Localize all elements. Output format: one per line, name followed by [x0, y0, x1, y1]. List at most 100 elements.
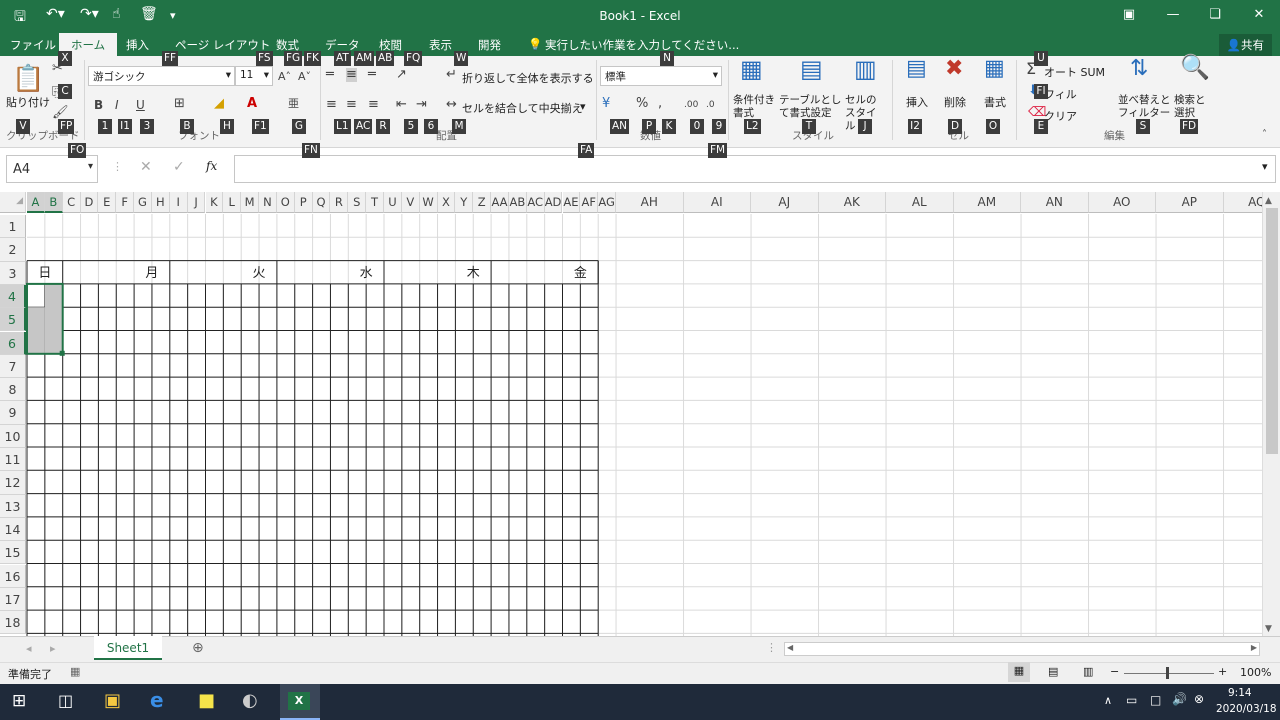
tab-insert[interactable]: 挿入 — [126, 37, 149, 53]
currency-icon[interactable]: ¥ — [602, 97, 610, 111]
column-header[interactable]: O — [276, 192, 295, 213]
column-header[interactable]: B — [44, 192, 63, 213]
font-name-combo[interactable]: 游ゴシック ▾ — [88, 66, 235, 86]
delete-cells-button[interactable]: 削除 — [944, 94, 966, 110]
page-break-view-icon[interactable]: ▥ — [1083, 665, 1093, 678]
column-header[interactable]: S — [348, 192, 367, 213]
scroll-left-icon[interactable]: ◀ — [787, 643, 793, 652]
column-header[interactable]: AG — [598, 192, 617, 213]
network-icon[interactable]: □ — [1150, 693, 1161, 707]
page-layout-view-icon[interactable]: ▤ — [1048, 665, 1058, 678]
decrease-font-icon[interactable]: A˅ — [298, 70, 311, 84]
tab-file[interactable]: ファイル — [10, 37, 56, 53]
close-button[interactable]: ✕ — [1244, 4, 1274, 26]
align-bottom-icon[interactable]: ═ — [368, 68, 376, 82]
minimize-button[interactable]: — — [1158, 4, 1188, 26]
macro-record-icon[interactable]: ▦ — [70, 665, 80, 678]
percent-icon[interactable]: % — [636, 97, 648, 111]
excel-taskbar-button[interactable]: X — [280, 684, 320, 720]
paint-icon[interactable]: ◐ — [242, 690, 258, 711]
increase-decimal-icon[interactable]: .00 — [684, 98, 698, 112]
zoom-in-icon[interactable]: + — [1218, 665, 1227, 678]
column-header[interactable]: Z — [473, 192, 492, 213]
row-header[interactable]: 14 — [0, 517, 26, 542]
fill-color-icon[interactable]: ◢ — [214, 97, 224, 111]
share-button[interactable]: 👤共有 — [1218, 34, 1272, 56]
day-header-cell[interactable]: 日 — [27, 262, 63, 285]
row-header[interactable]: 11 — [0, 448, 26, 472]
row-header[interactable]: 13 — [0, 494, 26, 518]
number-format-combo[interactable]: 標準 ▾ — [600, 66, 722, 86]
column-header[interactable]: L — [223, 192, 242, 213]
worksheet-grid[interactable]: ◢ A B C D E F G H I J K L M N O P Q R S T U V W X Y Z AA AB AC AD AE AF… — [0, 192, 1280, 636]
align-right-icon[interactable]: ≡ — [368, 98, 379, 112]
zoom-level[interactable]: 100% — [1240, 666, 1271, 679]
comma-icon[interactable]: , — [658, 97, 662, 111]
column-header[interactable]: AB — [508, 192, 527, 213]
horizontal-scrollbar[interactable]: ◀ ▶ — [784, 642, 1260, 656]
column-header[interactable]: AL — [886, 192, 954, 213]
expand-formula-icon[interactable]: ▾ — [1262, 160, 1268, 173]
clear-button[interactable]: クリア — [1044, 108, 1077, 124]
column-header[interactable]: T — [366, 192, 384, 213]
format-cells-button[interactable]: 書式 — [984, 94, 1006, 110]
file-explorer-icon[interactable]: ▣ — [104, 690, 121, 711]
italic-icon[interactable]: I — [115, 98, 119, 112]
chevron-down-icon[interactable]: ▾ — [580, 100, 586, 113]
column-header[interactable]: AA — [491, 192, 509, 213]
column-header[interactable]: F — [116, 192, 135, 213]
cancel-icon[interactable]: ✕ — [140, 159, 152, 175]
column-header[interactable]: X — [437, 192, 456, 213]
font-color-icon[interactable]: A — [247, 97, 257, 111]
format-painter-icon[interactable]: 🖌 — [52, 106, 69, 120]
fill-button[interactable]: フィル — [1044, 86, 1077, 102]
collapse-ribbon-icon[interactable]: ˄ — [1262, 128, 1267, 142]
column-header[interactable]: P — [294, 192, 313, 213]
format-table-button[interactable]: テーブルとして書式設定 — [779, 94, 843, 120]
row-header[interactable]: 8 — [0, 378, 26, 402]
column-header[interactable]: AE — [562, 192, 581, 213]
column-header[interactable]: AP — [1156, 192, 1224, 213]
zoom-slider[interactable] — [1124, 673, 1214, 674]
next-sheet-icon[interactable]: ▸ — [50, 642, 56, 655]
row-header[interactable]: 16 — [0, 564, 26, 588]
merge-center-button[interactable]: セルを結合して中央揃え — [462, 100, 583, 116]
phonetic-icon[interactable]: 亜 — [288, 97, 299, 111]
decrease-decimal-icon[interactable]: .0 — [706, 98, 715, 112]
column-header[interactable]: R — [330, 192, 349, 213]
column-header[interactable]: V — [401, 192, 420, 213]
tell-me-icon[interactable]: 💡 — [528, 37, 542, 51]
sheet-tab-sheet1[interactable]: Sheet1 — [94, 636, 162, 660]
column-header[interactable]: M — [241, 192, 260, 213]
decrease-indent-icon[interactable]: ⇤ — [396, 98, 407, 112]
conditional-format-button[interactable]: 条件付き書式 — [733, 94, 777, 120]
column-header[interactable]: AK — [818, 192, 887, 213]
insert-function-icon[interactable]: fx — [206, 159, 217, 173]
column-header[interactable]: AC — [526, 192, 545, 213]
column-header[interactable]: AF — [580, 192, 599, 213]
row-header[interactable]: 5 — [0, 308, 26, 332]
column-header[interactable]: C — [62, 192, 81, 213]
column-header[interactable]: AM — [953, 192, 1022, 213]
increase-indent-icon[interactable]: ⇥ — [416, 98, 427, 112]
tab-view[interactable]: 表示 — [429, 37, 452, 53]
font-size-combo[interactable]: 11 ▾ — [235, 66, 273, 86]
row-header[interactable]: 17 — [0, 587, 26, 612]
row-header[interactable]: 6 — [0, 331, 26, 355]
align-middle-icon[interactable]: ≡ — [346, 68, 357, 82]
zoom-slider-thumb[interactable] — [1166, 667, 1169, 679]
column-header[interactable]: U — [384, 192, 402, 213]
column-header[interactable]: E — [98, 192, 117, 213]
chevron-up-icon[interactable]: ∧ — [1104, 694, 1112, 707]
align-center-icon[interactable]: ≡ — [346, 98, 357, 112]
column-header[interactable]: AJ — [751, 192, 819, 213]
prev-sheet-icon[interactable]: ◂ — [26, 642, 32, 655]
border-icon[interactable]: ⊞ — [174, 97, 185, 111]
tab-developer[interactable]: 開発 — [478, 37, 501, 53]
windows-start-icon[interactable]: ⊞ — [12, 691, 26, 711]
column-header[interactable]: N — [259, 192, 277, 213]
row-header[interactable]: 9 — [0, 401, 26, 425]
row-header[interactable]: 1 — [0, 215, 26, 239]
underline-icon[interactable]: U — [136, 98, 145, 112]
scroll-up-icon[interactable]: ▲ — [1265, 196, 1272, 206]
